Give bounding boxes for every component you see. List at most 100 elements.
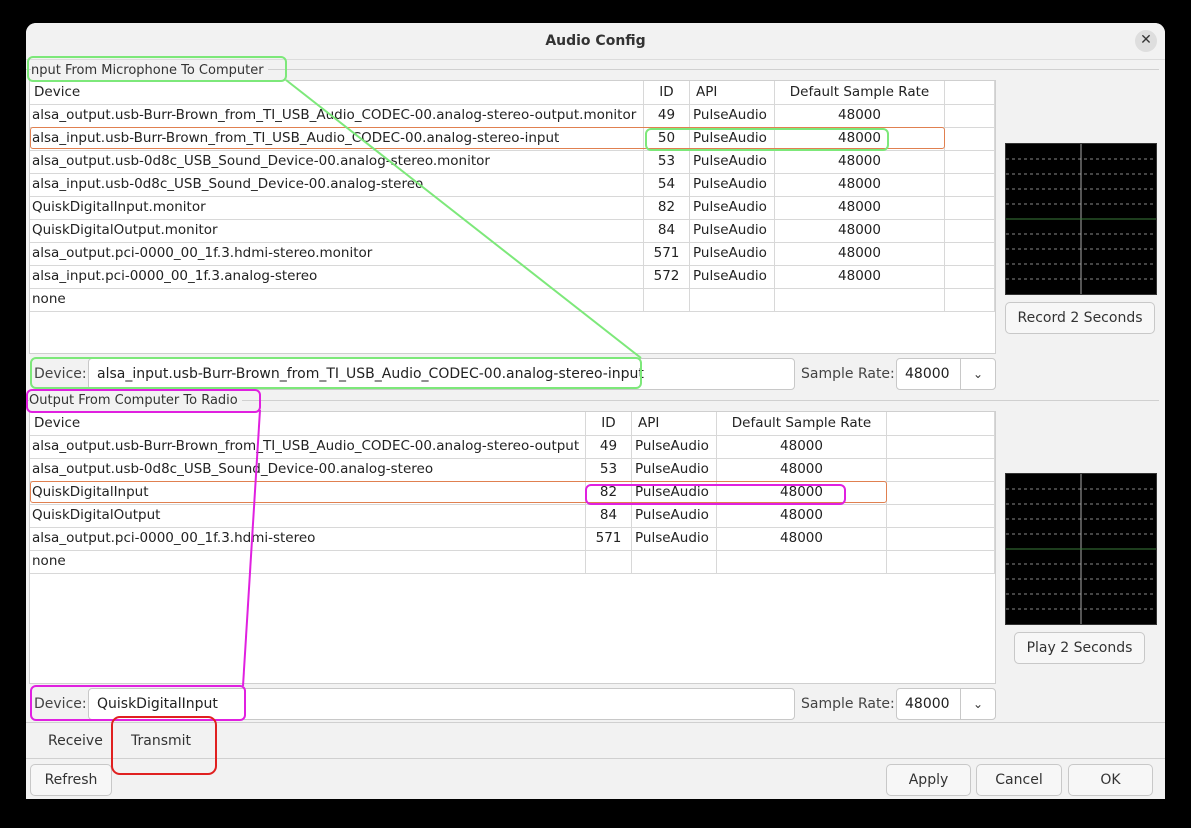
ok-button[interactable]: OK bbox=[1068, 764, 1153, 796]
tab-divider bbox=[26, 722, 1165, 723]
cell-api: PulseAudio bbox=[690, 127, 775, 150]
cell-undefined bbox=[945, 265, 995, 288]
table-row[interactable]: alsa_output.usb-0d8c_USB_Sound_Device-00… bbox=[30, 458, 995, 482]
cell-device: alsa_output.usb-0d8c_USB_Sound_Device-00… bbox=[30, 458, 586, 481]
cell-id: 53 bbox=[586, 458, 632, 481]
cell-id: 571 bbox=[586, 527, 632, 550]
cell-undefined bbox=[945, 173, 995, 196]
cell-rate: 48000 bbox=[775, 242, 945, 265]
column-header-id[interactable]: ID bbox=[586, 412, 632, 435]
cell-device: QuiskDigitalOutput bbox=[30, 504, 586, 527]
output-level-scope bbox=[1005, 473, 1157, 625]
table-row[interactable]: alsa_output.usb-Burr-Brown_from_TI_USB_A… bbox=[30, 104, 995, 128]
output-scope-grid bbox=[1006, 474, 1156, 624]
cell-device: alsa_output.pci-0000_00_1f.3.hdmi-stereo bbox=[30, 527, 586, 550]
input-device-label: Device: bbox=[34, 366, 87, 382]
cell-device: alsa_output.usb-0d8c_USB_Sound_Device-00… bbox=[30, 150, 644, 173]
input-level-scope bbox=[1005, 143, 1157, 295]
chevron-down-icon[interactable]: ⌄ bbox=[960, 689, 995, 719]
input-group-label: nput From Microphone To Computer bbox=[31, 63, 268, 78]
cell-api bbox=[632, 550, 717, 573]
column-header-undefined[interactable] bbox=[945, 81, 995, 104]
table-row[interactable]: QuiskDigitalInput 82 PulseAudio 48000 bbox=[30, 481, 995, 505]
cell-rate: 48000 bbox=[775, 173, 945, 196]
cell-undefined bbox=[887, 527, 995, 550]
output-sample-rate-label: Sample Rate: bbox=[801, 696, 895, 712]
table-row[interactable]: alsa_output.pci-0000_00_1f.3.hdmi-stereo… bbox=[30, 527, 995, 551]
table-row[interactable]: QuiskDigitalInput.monitor 82 PulseAudio 480… bbox=[30, 196, 995, 220]
cell-device: none bbox=[30, 288, 644, 311]
play-2-seconds-button[interactable]: Play 2 Seconds bbox=[1014, 632, 1145, 664]
cell-api: PulseAudio bbox=[690, 196, 775, 219]
cell-device: alsa_output.pci-0000_00_1f.3.hdmi-stereo… bbox=[30, 242, 644, 265]
column-header-rate[interactable]: Default Sample Rate bbox=[717, 412, 887, 435]
record-2-seconds-button[interactable]: Record 2 Seconds bbox=[1005, 302, 1155, 334]
cell-device: QuiskDigitalInput.monitor bbox=[30, 196, 644, 219]
input-device-table[interactable]: Device ID API Default Sample Rate alsa_outpu… bbox=[29, 80, 996, 354]
column-header-undefined[interactable] bbox=[887, 412, 995, 435]
cell-rate: 48000 bbox=[775, 219, 945, 242]
tab-receive[interactable]: Receive bbox=[48, 733, 103, 749]
cell-rate: 48000 bbox=[717, 458, 887, 481]
close-button[interactable]: ✕ bbox=[1135, 30, 1157, 52]
audio-config-dialog: Audio Config ✕ nput From Microphone To C… bbox=[26, 23, 1165, 799]
tab-transmit[interactable]: Transmit bbox=[131, 733, 191, 749]
cell-rate: 48000 bbox=[717, 481, 887, 504]
cell-undefined bbox=[887, 504, 995, 527]
titlebar: Audio Config ✕ bbox=[26, 23, 1165, 60]
column-header-api[interactable]: API bbox=[690, 81, 775, 104]
output-device-field[interactable]: QuiskDigitalInput bbox=[88, 688, 795, 720]
cell-api bbox=[690, 288, 775, 311]
cell-api: PulseAudio bbox=[632, 527, 717, 550]
cell-rate: 48000 bbox=[717, 504, 887, 527]
input-sample-rate-value: 48000 bbox=[905, 366, 950, 382]
cell-rate: 48000 bbox=[717, 527, 887, 550]
cell-undefined bbox=[887, 458, 995, 481]
cell-undefined bbox=[945, 150, 995, 173]
cell-id: 49 bbox=[644, 104, 690, 127]
column-header-rate[interactable]: Default Sample Rate bbox=[775, 81, 945, 104]
cell-api: PulseAudio bbox=[632, 504, 717, 527]
column-header-device[interactable]: Device bbox=[30, 412, 586, 435]
cell-id: 82 bbox=[644, 196, 690, 219]
table-row[interactable]: none bbox=[30, 550, 995, 574]
cell-id: 54 bbox=[644, 173, 690, 196]
output-sample-rate-select[interactable]: 48000 ⌄ bbox=[896, 688, 996, 720]
column-header-api[interactable]: API bbox=[632, 412, 717, 435]
cell-id: 84 bbox=[586, 504, 632, 527]
table-row[interactable]: alsa_output.usb-Burr-Brown_from_TI_USB_A… bbox=[30, 435, 995, 459]
cell-device: alsa_input.usb-Burr-Brown_from_TI_USB_Au… bbox=[30, 127, 644, 150]
cell-rate: 48000 bbox=[775, 265, 945, 288]
output-device-label: Device: bbox=[34, 696, 87, 712]
input-table-header: Device ID API Default Sample Rate bbox=[30, 81, 995, 105]
table-row[interactable]: none bbox=[30, 288, 995, 312]
input-sample-rate-label: Sample Rate: bbox=[801, 366, 895, 382]
cell-rate: 48000 bbox=[717, 435, 887, 458]
table-row[interactable]: QuiskDigitalOutput.monitor 84 PulseAudio 48… bbox=[30, 219, 995, 243]
cell-id: 49 bbox=[586, 435, 632, 458]
chevron-down-icon[interactable]: ⌄ bbox=[960, 359, 995, 389]
refresh-button[interactable]: Refresh bbox=[30, 764, 112, 796]
column-header-device[interactable]: Device bbox=[30, 81, 644, 104]
input-sample-rate-select[interactable]: 48000 ⌄ bbox=[896, 358, 996, 390]
table-row[interactable]: QuiskDigitalOutput 84 PulseAudio 48000 bbox=[30, 504, 995, 528]
table-row[interactable]: alsa_output.pci-0000_00_1f.3.hdmi-stereo… bbox=[30, 242, 995, 266]
cell-id: 572 bbox=[644, 265, 690, 288]
input-device-field[interactable]: alsa_input.usb-Burr-Brown_from_TI_USB_Au… bbox=[88, 358, 795, 390]
output-device-table[interactable]: Device ID API Default Sample Rate alsa_outpu… bbox=[29, 411, 996, 684]
apply-button[interactable]: Apply bbox=[886, 764, 971, 796]
footer-divider bbox=[26, 758, 1165, 759]
table-row[interactable]: alsa_output.usb-0d8c_USB_Sound_Device-00… bbox=[30, 150, 995, 174]
column-header-id[interactable]: ID bbox=[644, 81, 690, 104]
table-row[interactable]: alsa_input.usb-Burr-Brown_from_TI_USB_Au… bbox=[30, 127, 995, 151]
cell-undefined bbox=[945, 219, 995, 242]
cell-id: 571 bbox=[644, 242, 690, 265]
table-row[interactable]: alsa_input.usb-0d8c_USB_Sound_Device-00.… bbox=[30, 173, 995, 197]
table-row[interactable]: alsa_input.pci-0000_00_1f.3.analog-stere… bbox=[30, 265, 995, 289]
cell-api: PulseAudio bbox=[632, 435, 717, 458]
cell-rate bbox=[717, 550, 887, 573]
cell-api: PulseAudio bbox=[632, 458, 717, 481]
cell-undefined bbox=[887, 435, 995, 458]
cell-device: alsa_input.pci-0000_00_1f.3.analog-stere… bbox=[30, 265, 644, 288]
cancel-button[interactable]: Cancel bbox=[976, 764, 1062, 796]
